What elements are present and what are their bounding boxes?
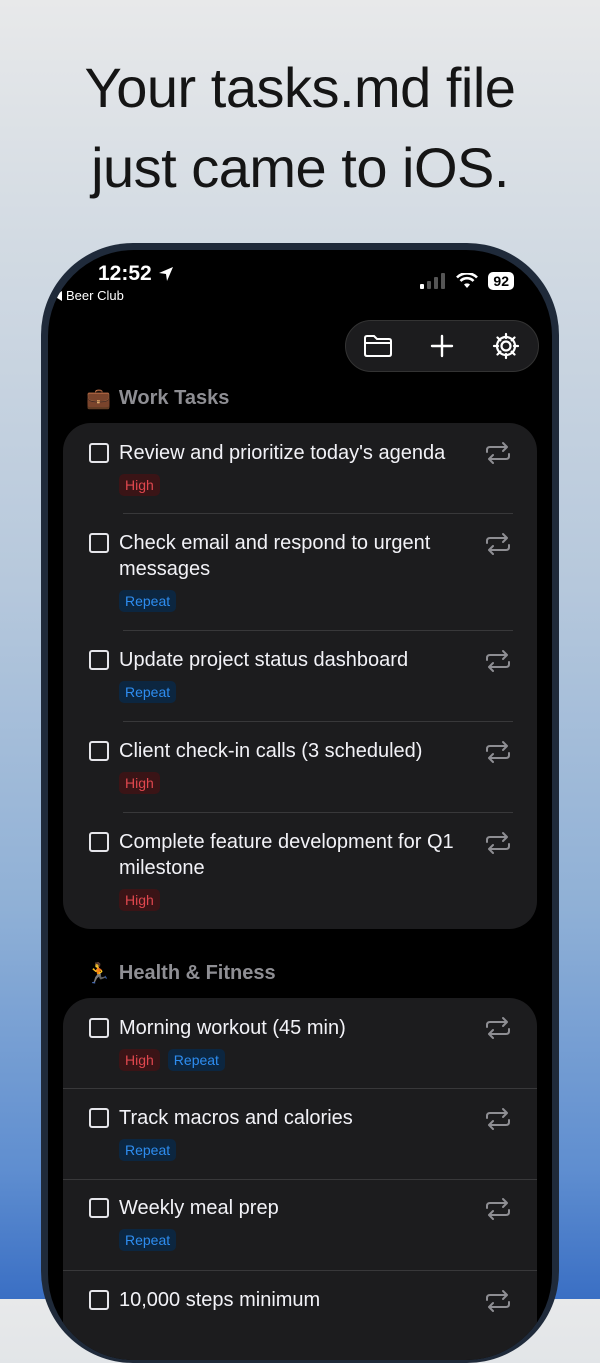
repeat-icon[interactable]: [483, 441, 513, 465]
task-checkbox[interactable]: [89, 443, 109, 463]
headline: Your tasks.md file just came to iOS.: [0, 48, 600, 208]
wifi-icon: [456, 273, 479, 288]
task-title: Client check-in calls (3 scheduled): [119, 740, 423, 762]
task-row[interactable]: 10,000 steps minimum: [63, 1271, 537, 1360]
status-time: 12:52: [98, 262, 174, 286]
tag-repeat: Repeat: [119, 681, 177, 703]
phone-screen: 12:52 Beer Club 92 💼 Work Tasks Review a…: [48, 250, 552, 1360]
task-checkbox[interactable]: [89, 741, 109, 761]
tag-repeat: Repeat: [119, 1139, 177, 1161]
task-title: Track macros and calories: [119, 1107, 353, 1129]
repeat-icon[interactable]: [483, 1197, 513, 1221]
section-header-health-fitness: 🏃 Health & Fitness: [86, 961, 276, 986]
task-checkbox[interactable]: [89, 1290, 109, 1310]
back-to-app-link[interactable]: Beer Club: [54, 288, 124, 303]
tag-high: High: [119, 474, 160, 496]
task-row[interactable]: Complete feature development for Q1 mile…: [63, 813, 537, 929]
task-title: 10,000 steps minimum: [119, 1289, 321, 1311]
briefcase-icon: 💼: [86, 388, 111, 410]
headline-line-2: just came to iOS.: [91, 136, 509, 199]
folder-icon: [364, 335, 392, 357]
back-triangle-icon: [54, 290, 62, 301]
status-time-text: 12:52: [98, 262, 152, 285]
task-row[interactable]: Update project status dashboard Repeat: [63, 631, 537, 721]
task-row[interactable]: Track macros and calories Repeat: [63, 1089, 537, 1179]
repeat-icon[interactable]: [483, 649, 513, 673]
status-indicators: 92: [420, 272, 514, 290]
repeat-icon[interactable]: [483, 1107, 513, 1131]
gear-icon: [492, 332, 520, 360]
location-arrow-icon: [158, 267, 173, 281]
tag-repeat: Repeat: [119, 590, 177, 612]
repeat-icon[interactable]: [483, 1016, 513, 1040]
task-tags: Repeat: [119, 590, 177, 612]
section-title: Work Tasks: [118, 387, 230, 409]
repeat-icon[interactable]: [483, 831, 513, 855]
battery-indicator: 92: [488, 272, 514, 290]
settings-button[interactable]: [486, 326, 526, 366]
repeat-icon[interactable]: [483, 532, 513, 556]
tag-high: High: [119, 1049, 160, 1071]
tag-high: High: [119, 772, 160, 794]
task-tags: High: [119, 889, 160, 911]
plus-icon: [430, 334, 454, 358]
tag-repeat: Repeat: [119, 1229, 177, 1251]
task-row[interactable]: Check email and respond to urgent messag…: [63, 514, 537, 630]
task-row[interactable]: Review and prioritize today's agenda Hig…: [63, 423, 537, 513]
task-tags: High: [119, 474, 160, 496]
cellular-signal-icon: [420, 273, 446, 289]
task-row[interactable]: Client check-in calls (3 scheduled) High: [63, 722, 537, 812]
task-tags: Repeat: [119, 1139, 177, 1161]
task-title: Check email and respond to urgent messag…: [119, 532, 431, 580]
task-checkbox[interactable]: [89, 1018, 109, 1038]
open-folder-button[interactable]: [358, 326, 398, 366]
runner-icon: 🏃: [86, 963, 111, 985]
task-title: Morning workout (45 min): [119, 1017, 346, 1039]
task-checkbox[interactable]: [89, 1198, 109, 1218]
task-tags: High Repeat: [119, 1049, 225, 1071]
task-card-health: Morning workout (45 min) High Repeat Tra…: [63, 998, 537, 1360]
task-title: Review and prioritize today's agenda: [119, 442, 446, 464]
section-header-work-tasks: 💼 Work Tasks: [86, 386, 229, 411]
headline-line-1: Your tasks.md file: [84, 56, 516, 119]
back-app-label: Beer Club: [66, 288, 124, 303]
tag-repeat: Repeat: [167, 1049, 225, 1071]
top-toolbar: [345, 320, 539, 372]
task-row[interactable]: Weekly meal prep Repeat: [63, 1180, 537, 1270]
task-tags: Repeat: [119, 1229, 177, 1251]
task-checkbox[interactable]: [89, 832, 109, 852]
task-checkbox[interactable]: [89, 650, 109, 670]
tag-high: High: [119, 889, 160, 911]
task-title: Weekly meal prep: [119, 1197, 279, 1219]
task-title: Complete feature development for Q1 mile…: [119, 831, 454, 879]
task-checkbox[interactable]: [89, 533, 109, 553]
task-row[interactable]: Morning workout (45 min) High Repeat: [63, 998, 537, 1088]
add-task-button[interactable]: [422, 326, 462, 366]
task-tags: High: [119, 772, 160, 794]
task-title: Update project status dashboard: [119, 649, 409, 671]
task-tags: Repeat: [119, 681, 177, 703]
section-title: Health & Fitness: [118, 962, 276, 984]
repeat-icon[interactable]: [483, 740, 513, 764]
task-checkbox[interactable]: [89, 1108, 109, 1128]
task-card-work: Review and prioritize today's agenda Hig…: [63, 423, 537, 929]
repeat-icon[interactable]: [483, 1289, 513, 1313]
